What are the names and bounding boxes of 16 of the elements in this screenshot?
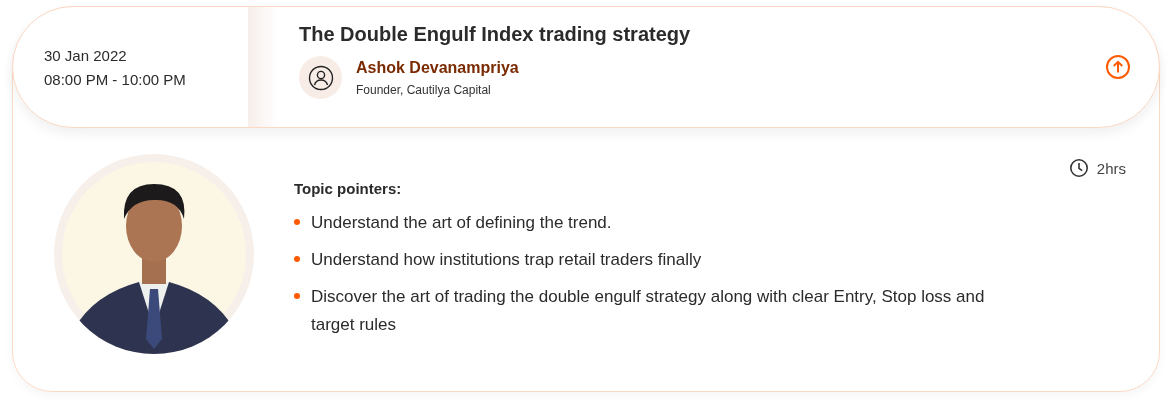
session-date: 30 Jan 2022 <box>44 46 128 64</box>
session-time: 08:00 PM - 10:00 PM <box>44 70 187 88</box>
topic-pointer: Discover the art of trading the double engulf strategy along with clear Entry, Stop loss and target rules <box>311 286 986 336</box>
speaker-role: Founder, Cautilya Capital <box>356 82 492 97</box>
topics-heading: Topic pointers: <box>294 180 403 197</box>
duration: 2hrs <box>1096 159 1126 177</box>
bullet-icon <box>294 256 300 262</box>
clock-icon <box>1068 158 1089 178</box>
session-title: The Double Engulf Index trading strategy <box>299 23 692 46</box>
collapse-button[interactable] <box>1105 54 1131 80</box>
topic-pointer: Understand the art of defining the trend. <box>311 212 612 234</box>
bullet-icon <box>294 219 300 225</box>
user-icon <box>299 56 342 99</box>
topic-pointer: Understand how institutions trap retail traders finally <box>311 249 702 271</box>
bullet-icon <box>294 293 300 299</box>
speaker-name: Ashok Devanampriya <box>356 58 519 77</box>
